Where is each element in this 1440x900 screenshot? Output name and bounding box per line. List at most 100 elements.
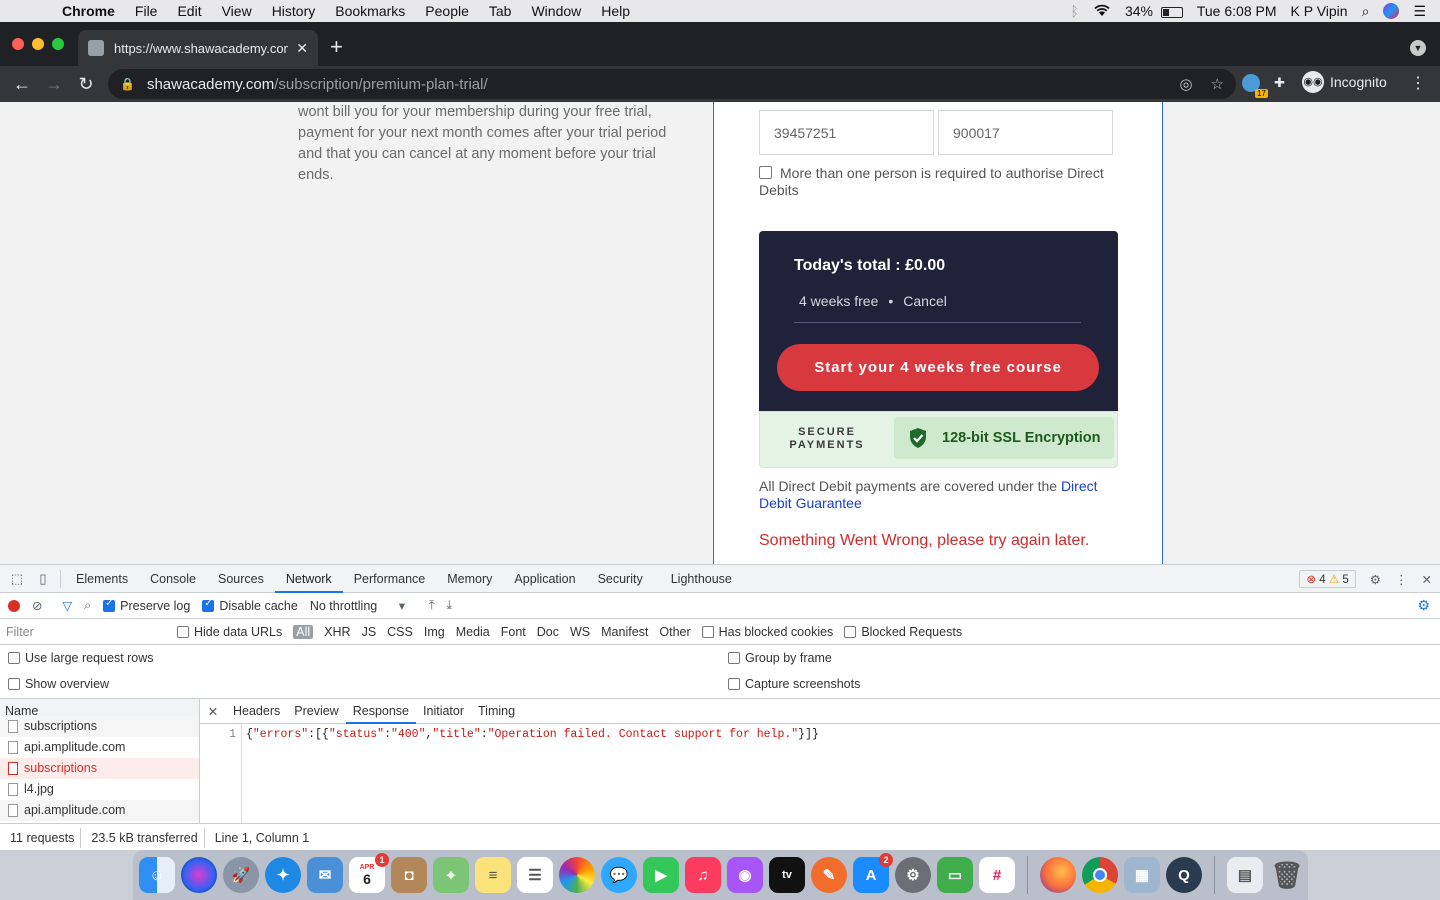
menu-window[interactable]: Window <box>521 0 591 22</box>
tab-close-icon[interactable]: ✕ <box>296 40 308 57</box>
trash-icon[interactable]: 🗑 <box>1269 857 1305 893</box>
menu-people[interactable]: People <box>415 0 479 22</box>
maps-icon[interactable]: ⌖ <box>433 857 469 893</box>
type-filter-doc[interactable]: Doc <box>537 625 559 639</box>
blocked-requests-option[interactable]: Blocked Requests <box>844 625 962 639</box>
request-row[interactable]: subscriptions <box>0 716 199 737</box>
large-rows-option[interactable]: Use large request rows <box>8 651 154 665</box>
show-overview-checkbox[interactable] <box>8 678 20 690</box>
safari-icon[interactable]: ✦ <box>265 857 301 893</box>
multi-authoriser-option[interactable]: More than one person is required to auth… <box>759 165 1119 199</box>
show-overview-option[interactable]: Show overview <box>8 677 109 691</box>
mail-icon[interactable]: ✉ <box>307 857 343 893</box>
firefox-icon[interactable] <box>1040 857 1076 893</box>
notification-center-icon[interactable]: ☰ <box>1413 3 1426 20</box>
facetime-icon[interactable]: ▶ <box>643 857 679 893</box>
reminders-icon[interactable]: ☰ <box>517 857 553 893</box>
devtools-tab-sources[interactable]: Sources <box>207 565 275 593</box>
hide-data-urls-checkbox[interactable] <box>177 625 189 638</box>
type-filter-img[interactable]: Img <box>424 625 445 639</box>
devtools-tab-elements[interactable]: Elements <box>65 565 139 593</box>
devtools-tab-network[interactable]: Network <box>274 565 343 593</box>
detail-tab-preview[interactable]: Preview <box>287 699 345 724</box>
network-settings-gear-icon[interactable]: ⚙ <box>1417 597 1430 614</box>
zoom-window-button[interactable] <box>52 38 64 50</box>
browser-tab[interactable]: https://www.shawacademy.com ✕ <box>78 30 318 66</box>
menu-history[interactable]: History <box>262 0 326 22</box>
request-row[interactable]: subscriptions <box>0 758 199 779</box>
type-filter-ws[interactable]: WS <box>570 625 590 639</box>
launchpad-icon[interactable]: 🚀 <box>223 857 259 893</box>
type-filter-media[interactable]: Media <box>456 625 490 639</box>
detail-tab-timing[interactable]: Timing <box>471 699 522 724</box>
multi-authoriser-checkbox[interactable] <box>759 166 772 179</box>
messages-icon[interactable]: 💬 <box>601 857 637 893</box>
incognito-profile-button[interactable]: ◉◉ Incognito <box>1302 71 1387 93</box>
devtools-tab-console[interactable]: Console <box>139 565 207 593</box>
import-har-icon[interactable]: ⤒ <box>429 598 435 613</box>
hide-data-urls-option[interactable]: Hide data URLs <box>177 625 282 639</box>
devtools-tab-memory[interactable]: Memory <box>436 565 503 593</box>
quicktime-icon[interactable]: Q <box>1166 857 1202 893</box>
devtools-more-icon[interactable]: ⋮ <box>1395 572 1408 587</box>
calendar-icon[interactable]: APR 6 1 <box>349 853 389 893</box>
blocked-requests-checkbox[interactable] <box>844 625 857 638</box>
disable-cache-checkbox[interactable] <box>202 598 215 612</box>
clock[interactable]: Tue 6:08 PM <box>1197 3 1277 19</box>
remote-desktop-icon[interactable]: ▭ <box>937 857 973 893</box>
downloads-stack-icon[interactable]: ▤ <box>1227 857 1263 893</box>
menu-help[interactable]: Help <box>591 0 640 22</box>
app-store-icon[interactable]: A2 <box>853 853 893 893</box>
tab-search-icon[interactable]: ▼ <box>1410 40 1426 56</box>
device-toolbar-icon[interactable]: ▯ <box>30 571 56 587</box>
extensions-puzzle-icon[interactable]: ✚ <box>1274 75 1285 91</box>
music-icon[interactable]: ♫ <box>685 857 721 893</box>
back-icon[interactable]: ← <box>6 74 38 95</box>
detail-tab-response[interactable]: Response <box>345 699 417 724</box>
start-free-course-button[interactable]: Start your 4 weeks free course <box>777 344 1099 391</box>
has-blocked-cookies-checkbox[interactable] <box>701 625 714 638</box>
type-filter-all[interactable]: All <box>293 624 314 639</box>
devtools-settings-gear-icon[interactable]: ⚙ <box>1370 572 1381 587</box>
battery-status[interactable]: 34% <box>1125 3 1183 19</box>
inspect-element-icon[interactable]: ⬚ <box>4 571 30 587</box>
contacts-icon[interactable]: ◘ <box>391 857 427 893</box>
issues-counter[interactable]: ⊗ 4 ⚠ 5 <box>1299 570 1356 588</box>
address-bar[interactable]: 🔒 shawacademy.com /subscription/premium-… <box>108 69 1236 99</box>
type-filter-xhr[interactable]: XHR <box>324 625 350 639</box>
response-body[interactable]: 1 {"errors":[{"status":"400","title":"Op… <box>200 724 1440 823</box>
finder-icon[interactable]: ☺ <box>139 857 175 893</box>
clear-icon[interactable]: ⊘ <box>32 598 42 613</box>
devtools-close-icon[interactable]: ✕ <box>1422 572 1432 587</box>
devtools-tab-security[interactable]: Security <box>587 565 654 593</box>
podcasts-icon[interactable]: ◉ <box>727 857 763 893</box>
request-row[interactable]: api.amplitude.com <box>0 737 199 758</box>
devtools-tab-lighthouse[interactable]: Lighthouse <box>660 565 743 593</box>
export-har-icon[interactable]: ⤓ <box>447 598 453 613</box>
menu-bookmarks[interactable]: Bookmarks <box>325 0 415 22</box>
large-rows-checkbox[interactable] <box>8 652 20 664</box>
menu-view[interactable]: View <box>212 0 262 22</box>
type-filter-font[interactable]: Font <box>501 625 526 639</box>
group-by-frame-option[interactable]: Group by frame <box>728 651 832 665</box>
extension-icon[interactable]: 17 <box>1242 74 1268 98</box>
third-party-cookies-blocked-icon[interactable]: ◎ <box>1179 75 1192 93</box>
wifi-icon[interactable] <box>1093 3 1111 20</box>
close-detail-icon[interactable]: ✕ <box>200 704 226 719</box>
spotlight-search-icon[interactable]: ⌕ <box>1362 3 1370 20</box>
new-tab-button[interactable]: + <box>330 36 343 58</box>
preview-icon[interactable]: ▦ <box>1124 857 1160 893</box>
request-row[interactable]: api.amplitude.com <box>0 800 199 821</box>
menu-tab[interactable]: Tab <box>479 0 522 22</box>
chrome-menu-icon[interactable]: ⋮ <box>1410 73 1426 93</box>
detail-tab-headers[interactable]: Headers <box>226 699 287 724</box>
photos-icon[interactable] <box>559 857 595 893</box>
system-preferences-icon[interactable]: ⚙ <box>895 857 931 893</box>
preserve-log-checkbox[interactable] <box>103 598 116 612</box>
menu-file[interactable]: File <box>125 0 168 22</box>
filter-input[interactable]: Filter <box>6 625 166 639</box>
account-number-input[interactable]: 39457251 <box>759 110 934 155</box>
request-row[interactable]: l4.jpg <box>0 779 199 800</box>
capture-screenshots-option[interactable]: Capture screenshots <box>728 677 860 691</box>
sketch-icon[interactable]: ✎ <box>811 857 847 893</box>
